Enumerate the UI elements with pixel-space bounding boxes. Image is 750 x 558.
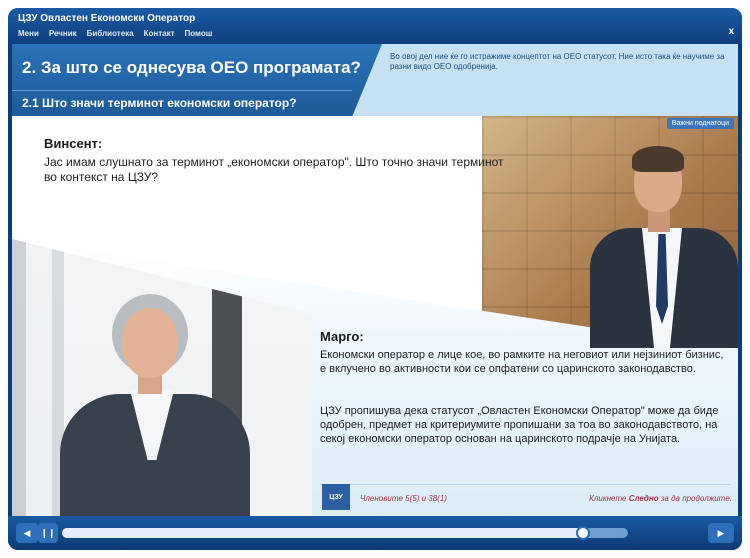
character-vincent-image	[590, 142, 738, 348]
sub-section-title: 2.1 Што значи терминот економски операто…	[22, 96, 297, 110]
vincent-hair	[632, 146, 684, 172]
footer-divider	[320, 484, 730, 485]
title-bar: ЦЗУ Овластен Економски Оператор Мени Реч…	[8, 8, 742, 44]
speaker-name-margo: Марго:	[320, 329, 364, 344]
menu-item-contact[interactable]: Контакт	[144, 29, 175, 38]
header-title-panel: 2. За што се однесува ОЕО програмата? 2.…	[12, 44, 382, 116]
next-icon[interactable]: ▶	[708, 523, 734, 543]
speech-text-margo-2: ЦЗУ пропишува дека статусот „Овластен Ек…	[320, 405, 719, 445]
menu-item-help[interactable]: Помош	[184, 29, 212, 38]
progress-fill	[62, 528, 583, 538]
speaker-name-vincent: Винсент:	[44, 136, 103, 151]
glossary-button[interactable]: Важни поднатоци	[666, 118, 734, 129]
speaker-icon[interactable]: ◀	[16, 523, 38, 543]
course-player-window: ЦЗУ Овластен Економски Оператор Мени Реч…	[8, 8, 742, 550]
section-title: 2. За што се однесува ОЕО програмата?	[22, 58, 361, 77]
menu-item-glossary[interactable]: Речник	[49, 29, 77, 38]
close-icon[interactable]: x	[728, 26, 734, 37]
menu-item-menu[interactable]: Мени	[18, 29, 39, 38]
article-reference[interactable]: Членовите 5(5) и 38(1)	[360, 494, 447, 503]
progress-bar[interactable]	[62, 526, 628, 540]
character-margo-image	[60, 294, 250, 516]
menu-bar: Мени Речник Библиотека Контакт Помош	[18, 29, 212, 38]
continue-next-keyword: Следно	[628, 494, 659, 503]
slide-stage: 2. За што се однесува ОЕО програмата? 2.…	[12, 44, 738, 516]
pause-icon[interactable]: ❙❙	[38, 523, 58, 543]
continue-pre-text: Кликнете	[589, 494, 629, 503]
header-note-text: Во овој дел ние ќе го истражиме концепто…	[390, 52, 725, 71]
player-control-bar: ◀ ❙❙ ▶	[8, 516, 742, 550]
continue-post-text: за да продолжите.	[658, 494, 732, 503]
speech-text-margo-1: Економски оператор е лице кое, во рамкит…	[320, 349, 724, 375]
customs-code-badge: ЦЗУ	[322, 484, 350, 510]
margo-head	[122, 308, 178, 378]
header-divider	[12, 90, 352, 91]
progress-handle[interactable]	[575, 526, 590, 540]
speech-text-vincent: Јас имам слушнато за терминот „економски…	[44, 155, 504, 184]
continue-instruction: Кликнете Следно за да продолжите.	[589, 494, 732, 503]
menu-item-library[interactable]: Библиотека	[87, 29, 134, 38]
app-title: ЦЗУ Овластен Економски Оператор	[18, 13, 196, 24]
